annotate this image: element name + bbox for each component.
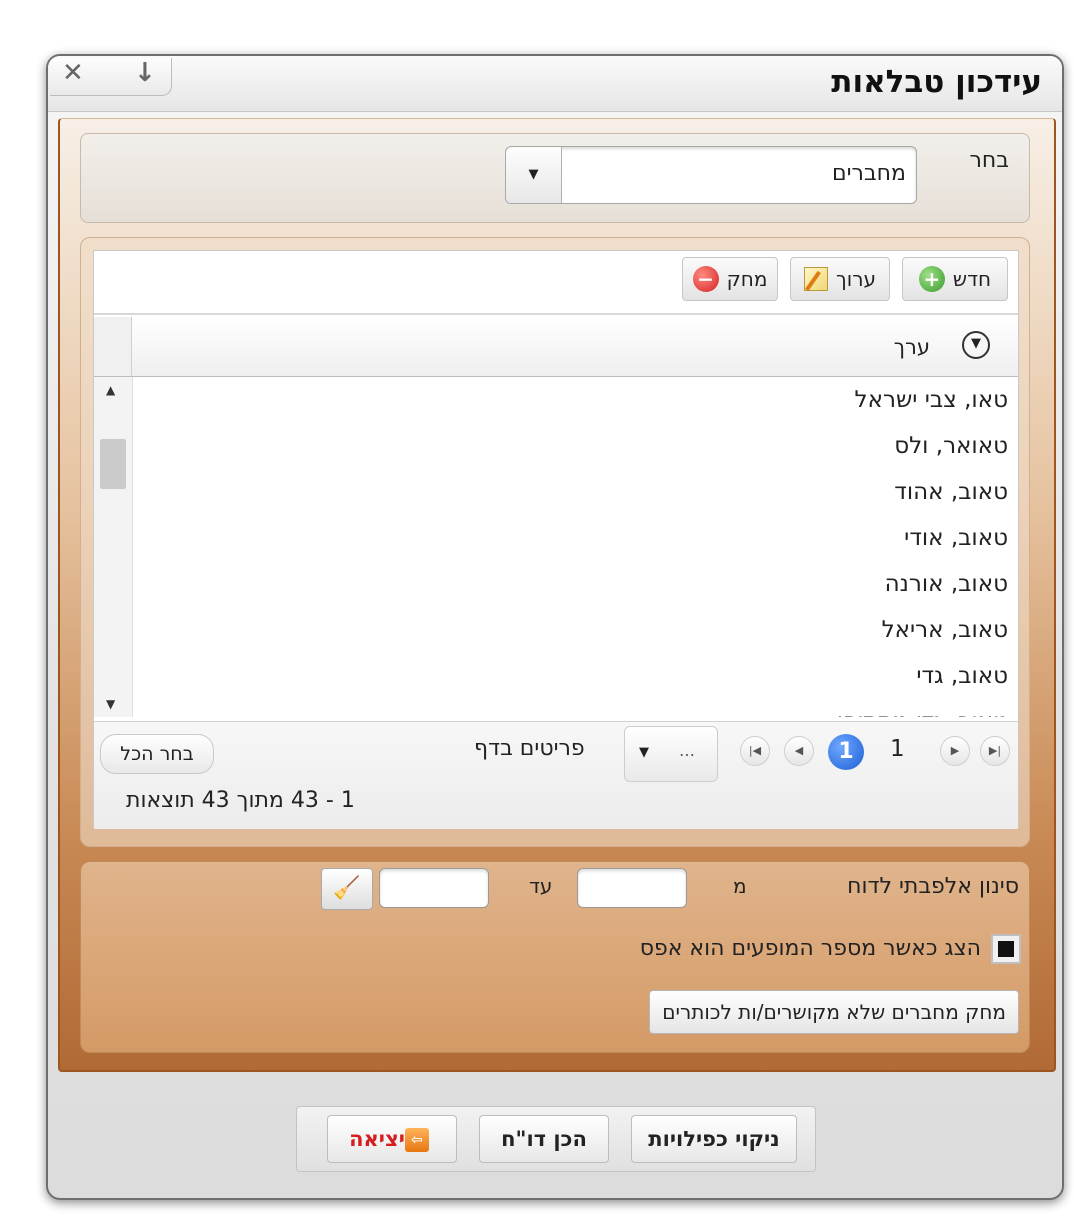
items-per-page-label: פריטים בדף (474, 736, 585, 761)
exit-button[interactable]: ⇦יציאה (327, 1115, 457, 1163)
delete-unlinked-button[interactable]: מחק מחברים שלא מקושרים/ות לכותרים (649, 990, 1019, 1034)
to-input[interactable] (379, 868, 489, 908)
grid-toolbar: חדש + ערוך מחק − (94, 251, 1018, 315)
edit-button-label: ערוך (836, 267, 876, 291)
results-count: 1 - 43 מתוך 43 תוצאות (126, 788, 355, 813)
table-row[interactable]: טאואר, ולס (133, 423, 1018, 469)
table-row[interactable]: טאו, צבי ישראל (133, 377, 1018, 423)
report-button[interactable]: הכן דו"ח (479, 1115, 609, 1163)
total-pages: 1 (890, 736, 905, 762)
vertical-scrollbar[interactable]: ▲ ▼ (94, 377, 132, 717)
scroll-thumb[interactable] (100, 439, 126, 489)
page-size-select[interactable]: ▼ … (624, 726, 718, 782)
table-row[interactable]: טאוב, גדי (133, 653, 1018, 699)
table-row[interactable]: טאוב, גדי מתתיהו (133, 699, 1018, 717)
prev-page-icon[interactable]: ◀ (784, 736, 814, 766)
to-label: עד (529, 874, 553, 898)
table-select[interactable]: ▼ מחברים (505, 146, 917, 204)
column-header-value[interactable]: ערך (894, 335, 930, 359)
plus-icon: + (918, 266, 945, 292)
table-row[interactable]: טאוב, אורנה (133, 561, 1018, 607)
last-page-icon[interactable]: ▶| (980, 736, 1010, 766)
close-icon[interactable]: ✕ (62, 58, 84, 88)
dedupe-button[interactable]: ניקוי כפילויות (631, 1115, 797, 1163)
filter-icon[interactable]: ▼ (962, 331, 990, 359)
grid: חדש + ערוך מחק − ▼ ערך ▲ ▼ טאו, צבי ישרא… (93, 250, 1019, 829)
show-zero-label: הצג כאשר מספר המופעים הוא אפס (639, 936, 981, 961)
table-row[interactable]: טאוב, אהוד (133, 469, 1018, 515)
exit-label: יציאה (349, 1127, 405, 1151)
table-row[interactable]: טאוב, אריאל (133, 607, 1018, 653)
filter-label: סינון אלפבתי לדוח (847, 874, 1019, 899)
scroll-up-icon[interactable]: ▲ (106, 383, 115, 397)
page-size-value: … (679, 741, 695, 760)
window-title: עידכון טבלאות (831, 64, 1042, 100)
next-page-icon[interactable]: ▶ (940, 736, 970, 766)
table-row[interactable]: טאוב, אודי (133, 515, 1018, 561)
from-label: מ (733, 874, 747, 898)
delete-button[interactable]: מחק − (682, 257, 778, 301)
footer-buttons: ⇦יציאה הכן דו"ח ניקוי כפילויות (296, 1106, 816, 1172)
chevron-down-icon[interactable]: ▼ (506, 147, 562, 203)
grid-header: ▼ ערך (94, 317, 1018, 377)
exit-icon: ⇦ (404, 1128, 429, 1152)
arrow-down-icon[interactable]: ↓ (134, 58, 156, 88)
broom-icon: 🧹 (333, 876, 361, 901)
minus-icon: − (692, 266, 719, 292)
show-zero-checkbox[interactable] (991, 934, 1021, 964)
filter-panel: סינון אלפבתי לדוח מ עד 🧹 הצג כאשר מספר ה… (80, 861, 1030, 1053)
grid-panel: חדש + ערוך מחק − ▼ ערך ▲ ▼ טאו, צבי ישרא… (80, 237, 1030, 847)
first-page-icon[interactable]: |◀ (740, 736, 770, 766)
title-bar: ✕ ↓ עידכון טבלאות (48, 56, 1062, 112)
new-button-label: חדש (952, 267, 992, 291)
dialog-window: ✕ ↓ עידכון טבלאות בחר ▼ מחברים חדש + ערו (46, 54, 1064, 1200)
header-gutter (94, 317, 132, 376)
table-select-value: מחברים (832, 161, 906, 186)
clear-filter-button[interactable]: 🧹 (321, 868, 373, 910)
from-input[interactable] (577, 868, 687, 908)
edit-button[interactable]: ערוך (790, 257, 890, 301)
pager: ▶| ▶ 1 1 ◀ |◀ ▼ … פריטים בדף בחר הכל 1 -… (94, 721, 1018, 829)
edit-icon (804, 267, 828, 291)
current-page[interactable]: 1 (828, 734, 864, 770)
grid-rows: טאו, צבי ישראל טאואר, ולס טאוב, אהוד טאו… (132, 377, 1018, 717)
select-all-button[interactable]: בחר הכל (100, 734, 214, 774)
select-label: בחר (969, 148, 1009, 173)
scroll-down-icon[interactable]: ▼ (106, 697, 115, 711)
delete-button-label: מחק (726, 267, 768, 291)
chevron-down-icon: ▼ (639, 745, 649, 760)
content-area: בחר ▼ מחברים חדש + ערוך מחק − ▼ ערך ▲ ▼ … (58, 118, 1056, 1072)
select-panel: בחר ▼ מחברים (80, 133, 1030, 223)
window-controls: ✕ ↓ (50, 58, 172, 96)
new-button[interactable]: חדש + (902, 257, 1008, 301)
